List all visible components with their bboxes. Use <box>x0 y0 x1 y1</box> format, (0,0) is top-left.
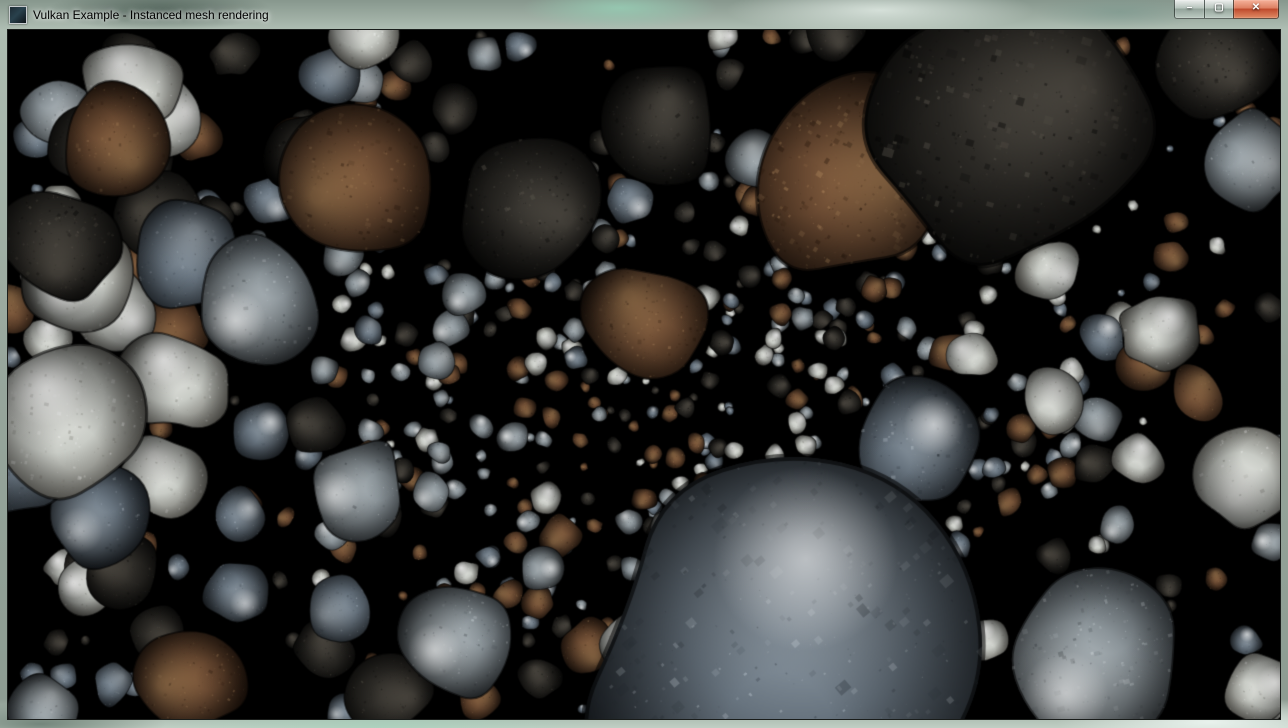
title-bar[interactable]: Vulkan Example - Instanced mesh renderin… <box>0 0 1288 29</box>
app-window: Vulkan Example - Instanced mesh renderin… <box>0 0 1288 728</box>
window-title: Vulkan Example - Instanced mesh renderin… <box>33 8 269 22</box>
maximize-icon: ▢ <box>1214 3 1223 13</box>
render-viewport[interactable] <box>8 30 1280 719</box>
minimize-button[interactable]: – <box>1174 0 1204 19</box>
window-icon[interactable] <box>9 6 27 24</box>
close-icon: ✕ <box>1252 3 1260 13</box>
close-button[interactable]: ✕ <box>1233 0 1279 19</box>
client-area <box>7 29 1281 720</box>
maximize-button[interactable]: ▢ <box>1204 0 1233 19</box>
minimize-icon: – <box>1187 3 1193 13</box>
window-controls: – ▢ ✕ <box>1174 0 1279 19</box>
